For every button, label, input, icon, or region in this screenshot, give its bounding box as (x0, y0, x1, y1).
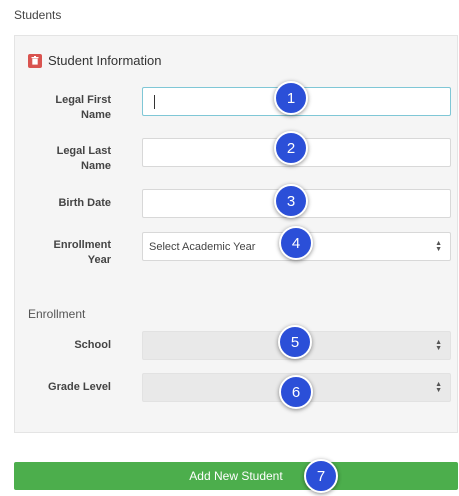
add-new-student-button[interactable]: Add New Student (14, 462, 458, 490)
page-title: Students (14, 8, 62, 22)
callout-badge-6: 6 (279, 375, 313, 409)
first-name-label: Legal First Name (55, 94, 111, 121)
enrollment-year-label: Enrollment Year (53, 239, 111, 266)
enrollment-year-value: Select Academic Year (149, 240, 256, 253)
callout-badge-1: 1 (274, 81, 308, 115)
section-title: Student Information (48, 53, 162, 68)
callout-badge-4: 4 (279, 226, 313, 260)
callout-badge-7: 7 (304, 459, 338, 493)
select-arrows-icon: ▲ ▼ (435, 239, 442, 253)
birth-date-label: Birth Date (58, 197, 111, 209)
callout-badge-5: 5 (278, 325, 312, 359)
select-arrows-icon: ▲ ▼ (435, 338, 442, 352)
text-caret (154, 95, 155, 109)
callout-badge-3: 3 (274, 184, 308, 218)
grade-level-label: Grade Level (48, 381, 111, 393)
student-form-panel: Student Information Legal First Name Leg… (14, 35, 458, 433)
callout-badge-2: 2 (274, 131, 308, 165)
enrollment-group-label: Enrollment (28, 307, 86, 321)
trash-icon[interactable] (28, 53, 42, 68)
section-header: Student Information (28, 53, 161, 68)
select-arrows-icon: ▲ ▼ (435, 380, 442, 394)
last-name-label: Legal Last Name (56, 145, 111, 172)
school-label: School (74, 339, 111, 351)
